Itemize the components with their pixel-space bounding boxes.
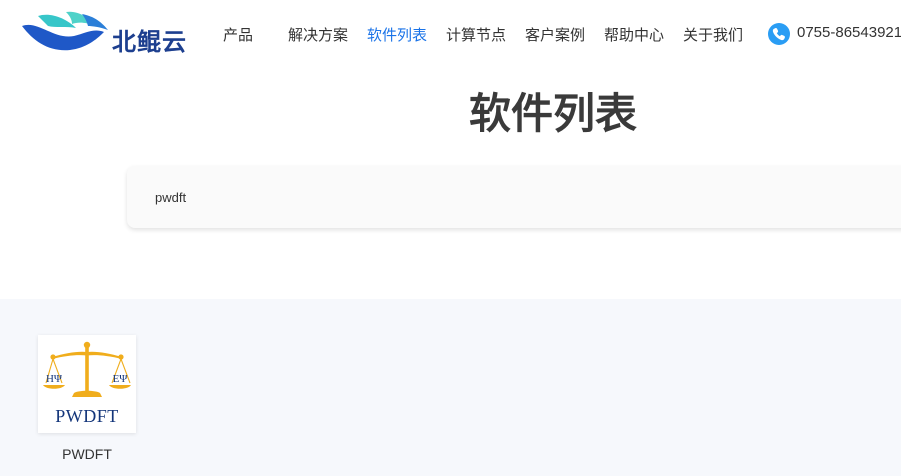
nav-item-compute-nodes[interactable]: 计算节点 — [446, 24, 506, 45]
whale-logo-icon — [22, 11, 108, 51]
nav-item-software-list[interactable]: 软件列表 — [367, 24, 427, 45]
software-card-pwdft[interactable]: HΨ EΨ PWDFT — [38, 335, 136, 433]
nav-item-products[interactable]: 产品 — [223, 24, 253, 45]
site-logo[interactable]: 北鲲云 — [20, 10, 190, 56]
filter-bar: pwdft — [127, 166, 901, 228]
balance-scale-icon: HΨ EΨ — [43, 341, 131, 397]
software-card-label[interactable]: PWDFT — [38, 446, 136, 462]
logo-text: 北鲲云 — [112, 28, 187, 56]
left-pan-symbol: HΨ — [46, 373, 63, 385]
software-list-section: HΨ EΨ PWDFT PWDFT — [0, 299, 901, 476]
nav-item-customer-cases[interactable]: 客户案例 — [525, 24, 585, 45]
nav-item-solutions[interactable]: 解决方案 — [288, 24, 348, 45]
phone-icon — [768, 23, 790, 45]
phone-number: 0755-86543921 — [797, 24, 901, 41]
card-logo-text: PWDFT — [55, 406, 119, 426]
filter-tag-pwdft[interactable]: pwdft — [155, 190, 186, 205]
site-header: 北鲲云 产品 解决方案 软件列表 计算节点 客户案例 帮助中心 关于我们 075… — [0, 0, 901, 70]
right-pan-symbol: EΨ — [113, 373, 129, 385]
page-title: 软件列表 — [468, 89, 637, 138]
nav-item-about-us[interactable]: 关于我们 — [683, 24, 743, 45]
nav-item-help-center[interactable]: 帮助中心 — [604, 24, 664, 45]
